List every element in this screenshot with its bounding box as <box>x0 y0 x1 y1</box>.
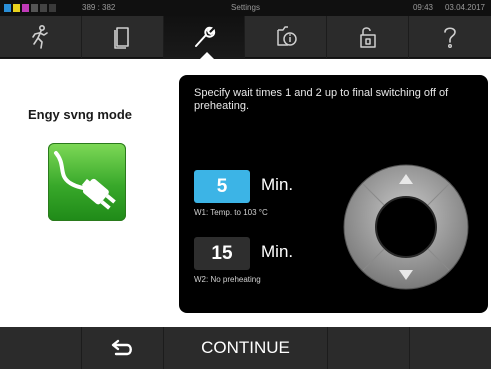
bottom-bar: CONTINUE <box>0 327 491 369</box>
tab-info[interactable] <box>245 16 328 58</box>
bottom-empty-far-right <box>410 327 491 369</box>
power-plug-icon <box>54 151 116 210</box>
energy-saving-tile <box>48 143 126 221</box>
status-bar: 389 : 382 Settings 09:43 03.04.2017 <box>0 0 491 16</box>
main-content: Engy svng mode Specify wait times 1 and … <box>0 59 491 327</box>
wrench-icon <box>195 26 216 47</box>
running-person-icon <box>32 24 49 49</box>
w2-value-field[interactable]: 15 <box>194 237 250 270</box>
lock-icon <box>359 27 376 48</box>
w1-value-field[interactable]: 5 <box>194 170 250 203</box>
document-icon <box>114 27 130 49</box>
w1-label: W1: Temp. to 103 °C <box>194 208 268 217</box>
tab-program[interactable] <box>0 16 82 58</box>
tab-lock[interactable] <box>327 16 410 58</box>
clock-time: 09:43 <box>412 3 433 12</box>
instruction-text: Specify wait times 1 and 2 up to final s… <box>194 87 449 112</box>
question-mark-icon <box>444 27 456 49</box>
clock-date: 03.04.2017 <box>444 3 485 12</box>
bottom-empty-left <box>0 327 82 369</box>
mode-title: Engy svng mode <box>28 107 133 122</box>
tab-help[interactable] <box>409 16 491 58</box>
bottom-empty-right <box>328 327 410 369</box>
w1-unit: Min. <box>261 175 294 194</box>
continue-button[interactable]: CONTINUE <box>164 327 328 369</box>
tab-settings[interactable] <box>163 16 246 59</box>
back-arrow-icon <box>111 339 132 356</box>
w2-label: W2: No preheating <box>194 275 261 284</box>
navigation-dial <box>339 160 474 295</box>
wait-time-panel: Specify wait times 1 and 2 up to final s… <box>179 75 488 313</box>
w2-unit: Min. <box>261 242 294 261</box>
back-button[interactable] <box>82 327 164 369</box>
info-document-icon <box>277 26 297 46</box>
tab-log[interactable] <box>82 16 164 58</box>
tab-bar <box>0 16 491 59</box>
